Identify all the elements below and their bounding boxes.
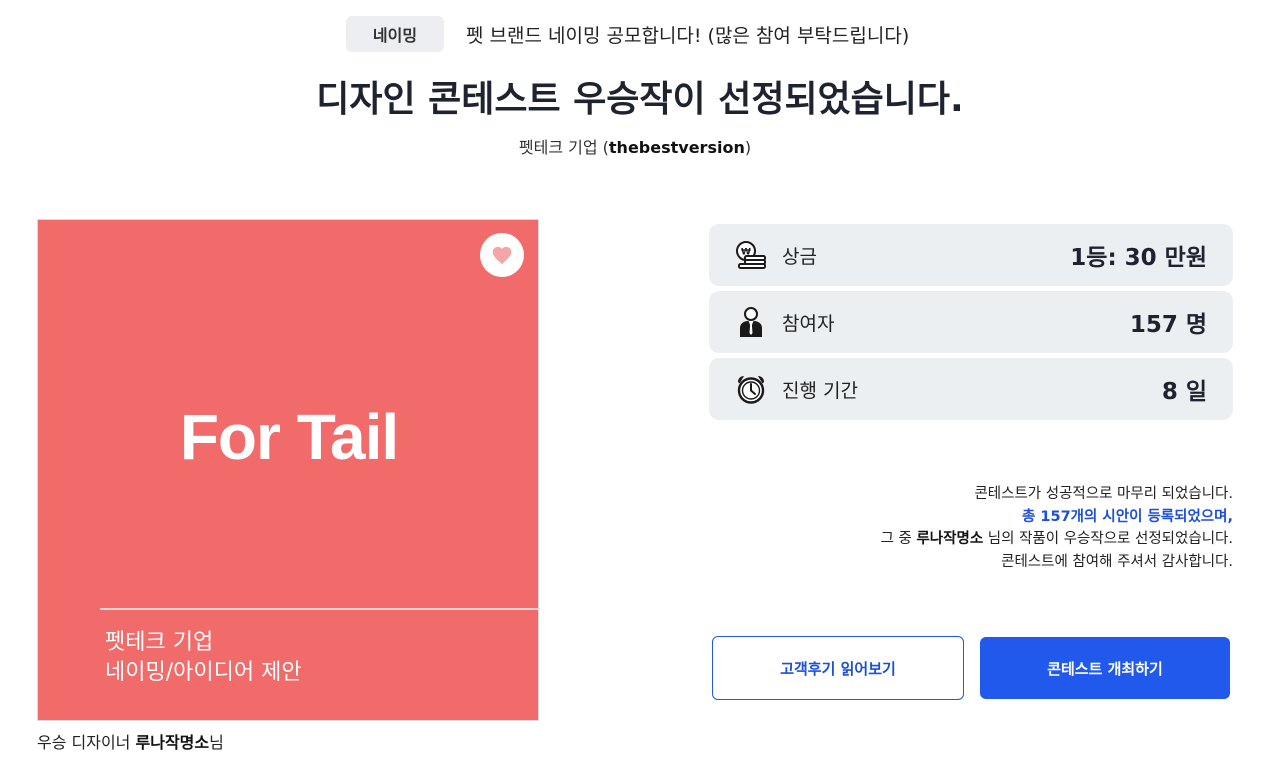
stat-prize-label: 상금 <box>782 245 817 268</box>
company-info: 펫테크 기업 (thebestversion) <box>0 134 1270 158</box>
result-line-3-prefix: 그 중 <box>880 531 917 547</box>
contest-header-row: 네이밍 펫 브랜드 네이밍 공모합니다! (많은 참여 부탁드립니다) <box>0 16 1280 52</box>
company-suffix: ) <box>744 138 752 157</box>
stat-participants-label: 참여자 <box>782 312 835 335</box>
designer-suffix: 님 <box>209 733 224 752</box>
contest-result-message: 콘테스트가 성공적으로 마무리 되었습니다. 총 157개의 시안이 등록되었으… <box>881 483 1233 573</box>
company-name: thebestversion <box>608 138 745 157</box>
participant-icon <box>740 307 762 337</box>
stat-duration-value: 8 일 <box>1161 379 1207 405</box>
alarm-clock-icon <box>737 376 765 404</box>
card-brand-name: For Tail <box>179 401 399 473</box>
card-company-line: 펫테크 기업 <box>105 630 214 655</box>
company-prefix: 펫테크 기업 ( <box>518 138 609 157</box>
stat-participants: 참여자 157 명 <box>709 291 1233 353</box>
contest-subtitle: 펫 브랜드 네이밍 공모합니다! (많은 참여 부탁드립니다) <box>466 24 910 47</box>
result-line-3-suffix: 님의 작품이 우승작으로 선정되었습니다. <box>983 531 1233 547</box>
stat-participants-value: 157 명 <box>1129 312 1207 338</box>
category-badge: 네이밍 <box>346 16 444 52</box>
result-line-3: 그 중 루나작명소 님의 작품이 우승작으로 선정되었습니다. <box>881 528 1233 551</box>
stat-duration: 진행 기간 8 일 <box>709 358 1233 420</box>
stat-prize: ₩ 상금 1등: 30 만원 <box>709 224 1233 286</box>
stat-prize-value: 1등: 30 만원 <box>1070 245 1207 271</box>
prize-money-icon: ₩ <box>736 241 766 269</box>
stat-duration-label: 진행 기간 <box>782 379 858 402</box>
host-contest-button[interactable]: 콘테스트 개최하기 <box>980 637 1230 699</box>
like-button[interactable] <box>480 233 524 277</box>
page-title: 디자인 콘테스트 우승작이 선정되었습니다. <box>316 79 964 120</box>
result-line-1: 콘테스트가 성공적으로 마무리 되었습니다. <box>974 486 1233 502</box>
card-category-line: 네이밍/아이디어 제안 <box>105 660 302 685</box>
result-line-2: 총 157개의 시안이 등록되었으며, <box>1022 508 1233 525</box>
card-divider <box>100 608 540 610</box>
designer-name: 루나작명소 <box>135 733 210 752</box>
heart-icon <box>492 246 512 265</box>
result-winner-name: 루나작명소 <box>916 531 984 547</box>
read-reviews-button[interactable]: 고객후기 읽어보기 <box>712 636 964 700</box>
designer-prefix: 우승 디자이너 <box>37 733 136 752</box>
winning-designer-caption: 우승 디자이너 루나작명소님 <box>37 729 224 753</box>
winning-design-image[interactable]: For Tail 펫테크 기업 네이밍/아이디어 제안 <box>37 219 540 721</box>
result-line-4: 콘테스트에 참여해 주셔서 감사합니다. <box>1001 553 1233 570</box>
